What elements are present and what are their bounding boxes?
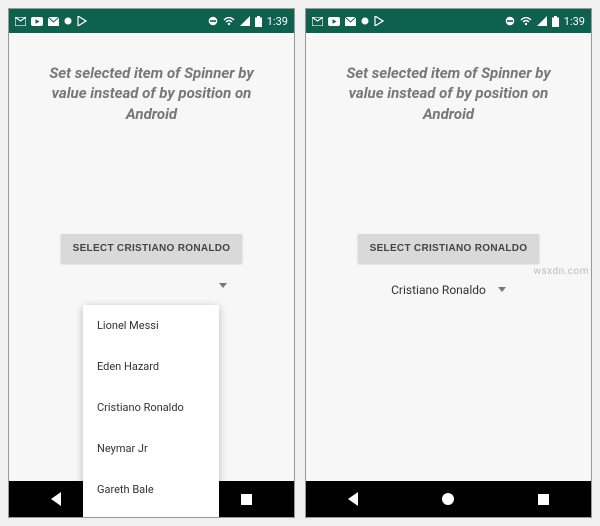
page-title: Set selected item of Spinner by value in… bbox=[306, 33, 591, 124]
mail-icon bbox=[48, 17, 59, 26]
dot-icon bbox=[64, 17, 72, 25]
dropdown-item[interactable]: Gareth Bale bbox=[83, 469, 219, 510]
chevron-down-icon bbox=[498, 287, 506, 292]
spinner[interactable]: Cristiano Ronaldo bbox=[391, 283, 506, 297]
wifi-icon bbox=[520, 17, 532, 26]
screen-content: Set selected item of Spinner by value in… bbox=[306, 33, 591, 481]
clock-text: 1:39 bbox=[267, 15, 288, 28]
youtube-icon bbox=[328, 17, 340, 26]
mail-icon bbox=[345, 17, 356, 26]
play-icon bbox=[77, 16, 87, 26]
nav-back-icon[interactable] bbox=[51, 492, 61, 506]
select-ronaldo-button[interactable]: SELECT CRISTIANO RONALDO bbox=[358, 234, 540, 263]
dropdown-item[interactable]: Lionel Messi bbox=[83, 305, 219, 346]
play-icon bbox=[374, 16, 384, 26]
do-not-disturb-icon bbox=[208, 16, 218, 26]
nav-home-icon[interactable] bbox=[442, 493, 454, 505]
phone-left: 1:39 Set selected item of Spinner by val… bbox=[8, 8, 295, 518]
page-title: Set selected item of Spinner by value in… bbox=[9, 33, 294, 124]
nav-bar bbox=[306, 481, 591, 517]
dropdown-item[interactable]: David Bekham bbox=[83, 510, 219, 518]
status-bar: 1:39 bbox=[9, 9, 294, 33]
nav-recent-icon[interactable] bbox=[538, 494, 549, 505]
status-left bbox=[15, 16, 87, 26]
dropdown-item[interactable]: Neymar Jr bbox=[83, 428, 219, 469]
spinner[interactable] bbox=[77, 283, 227, 288]
chevron-down-icon bbox=[219, 283, 227, 288]
battery-icon bbox=[255, 16, 262, 27]
do-not-disturb-icon bbox=[505, 16, 515, 26]
message-icon bbox=[15, 17, 26, 26]
screen-content: Set selected item of Spinner by value in… bbox=[9, 33, 294, 481]
nav-recent-icon[interactable] bbox=[241, 494, 252, 505]
nav-back-icon[interactable] bbox=[348, 492, 358, 506]
watermark: wsxdn.com bbox=[533, 266, 589, 277]
status-bar: 1:39 bbox=[306, 9, 591, 33]
signal-icon bbox=[240, 16, 250, 26]
battery-icon bbox=[552, 16, 559, 27]
status-right: 1:39 bbox=[208, 15, 288, 28]
message-icon bbox=[312, 17, 323, 26]
spinner-value: Cristiano Ronaldo bbox=[391, 283, 486, 297]
youtube-icon bbox=[31, 17, 43, 26]
dropdown-item[interactable]: Eden Hazard bbox=[83, 346, 219, 387]
phone-right: 1:39 Set selected item of Spinner by val… bbox=[305, 8, 592, 518]
clock-text: 1:39 bbox=[564, 15, 585, 28]
dropdown-item[interactable]: Cristiano Ronaldo bbox=[83, 387, 219, 428]
dot-icon bbox=[361, 17, 369, 25]
wifi-icon bbox=[223, 17, 235, 26]
select-ronaldo-button[interactable]: SELECT CRISTIANO RONALDO bbox=[61, 234, 243, 263]
status-left bbox=[312, 16, 384, 26]
signal-icon bbox=[537, 16, 547, 26]
spinner-dropdown: Lionel Messi Eden Hazard Cristiano Ronal… bbox=[83, 305, 219, 518]
status-right: 1:39 bbox=[505, 15, 585, 28]
